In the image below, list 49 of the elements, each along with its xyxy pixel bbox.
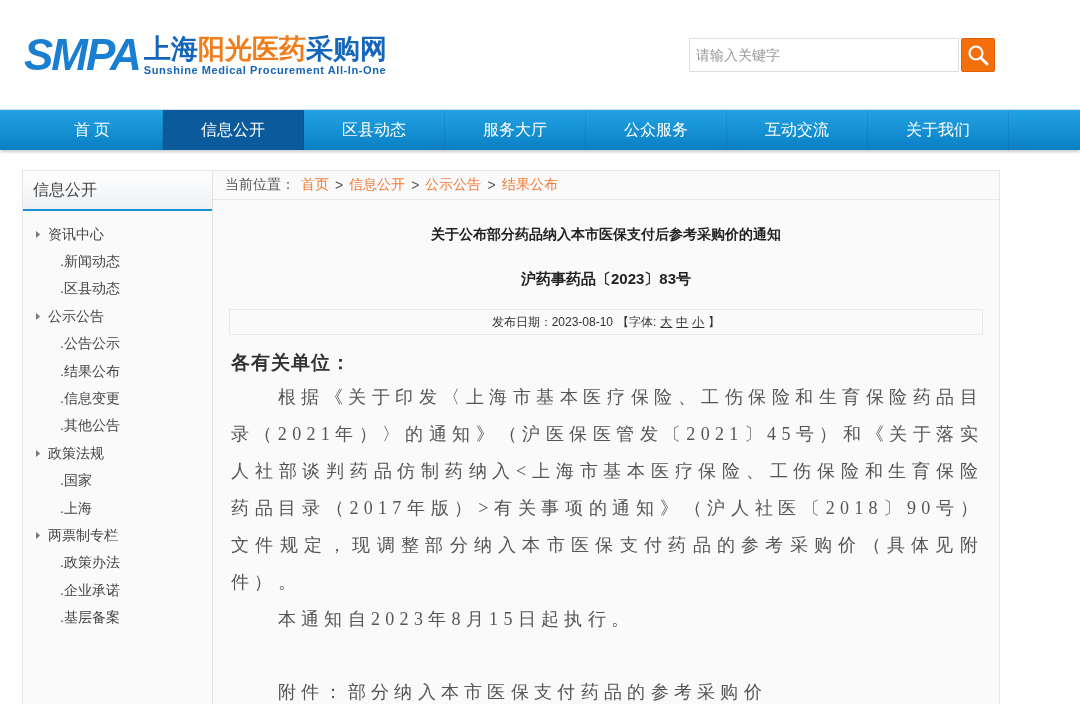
- sidebar-item[interactable]: .上海: [23, 494, 212, 523]
- sidebar-category[interactable]: 资讯中心: [23, 221, 212, 249]
- nav-tab[interactable]: 公众服务: [586, 110, 727, 150]
- logo-title: 采购网: [305, 33, 387, 64]
- sidebar-item[interactable]: .国家: [23, 467, 212, 495]
- font-size-label: 【字体:: [617, 313, 657, 331]
- sidebar-item[interactable]: .区县动态: [23, 275, 212, 304]
- logo-mark: SMPA: [24, 29, 140, 80]
- sidebar-category[interactable]: 政策法规: [23, 440, 212, 468]
- logo-subtitle: Sunshine Medical Procurement All-In-One: [143, 63, 387, 76]
- sidebar-item[interactable]: .新闻动态: [23, 248, 212, 276]
- document-number: 沪药事药品〔2023〕83号: [519, 270, 693, 290]
- body-paragraph: 根据《关于印发〈上海市基本医疗保险、工伤保险和生育保险药品目录（2021年）〉的通知》（沪医保医管发〔2021〕45号）和《关于落实人社部谈判药品仿制药纳入<上海市基本医疗保险、工伤保险和生育保险药品目录（2017年版）>有关事项的通知》（沪人社医〔2018〕90号）文件规定，现调整部分纳入本市医保支付药品的参考采购价（具体见附件）。: [231, 386, 983, 594]
- sidebar-item[interactable]: .其他公告: [23, 412, 212, 441]
- triangle-icon: [36, 231, 40, 239]
- sidebar-item[interactable]: .企业承诺: [23, 577, 212, 605]
- nav-tab[interactable]: 服务大厅: [445, 110, 586, 150]
- nav-tab[interactable]: 信息公开: [163, 110, 304, 150]
- publish-date: 发布日期：2023-08-10: [491, 313, 613, 331]
- breadcrumb-separator: >: [411, 177, 420, 194]
- logo-title: 上海: [143, 33, 198, 64]
- sidebar-item[interactable]: .基层备案: [23, 604, 212, 632]
- sidebar-item[interactable]: .政策办法: [23, 549, 212, 578]
- sidebar-item[interactable]: .公告公示: [23, 330, 212, 358]
- sidebar-item[interactable]: .结果公布: [23, 357, 212, 386]
- font-size-link[interactable]: 中: [676, 313, 689, 331]
- search-icon: [966, 42, 990, 67]
- breadcrumb-separator: >: [335, 177, 344, 194]
- body-paragraph: 本通知自2023年8月15日起执行。: [276, 608, 636, 631]
- font-size-link[interactable]: 小: [692, 313, 705, 331]
- sidebar-title: 信息公开: [23, 171, 212, 211]
- breadcrumb-separator: >: [487, 177, 496, 194]
- search-field[interactable]: 请输入关键字: [689, 37, 959, 72]
- logo-title: 阳光医药: [197, 33, 306, 64]
- body-paragraph: 附件：部分纳入本市医保支付药品的参考采购价: [276, 681, 769, 704]
- triangle-icon: [36, 532, 40, 540]
- triangle-icon: [36, 313, 40, 321]
- salutation: 各有关单位：: [231, 351, 352, 375]
- article-title: 关于公布部分药品纳入本市医保支付后参考采购价的通知: [430, 226, 782, 245]
- triangle-icon: [36, 450, 40, 458]
- font-size-link[interactable]: 大: [660, 313, 673, 331]
- nav-tab[interactable]: 互动交流: [727, 110, 868, 150]
- nav-tab[interactable]: 区县动态: [304, 110, 445, 150]
- sidebar-item[interactable]: .信息变更: [23, 385, 212, 413]
- breadcrumb-label: 当前位置：: [225, 176, 295, 195]
- sidebar-category[interactable]: 公示公告: [23, 303, 212, 331]
- sidebar-category[interactable]: 两票制专栏: [23, 522, 212, 550]
- font-size-label-end: 】: [708, 313, 721, 331]
- search-button[interactable]: [961, 37, 995, 72]
